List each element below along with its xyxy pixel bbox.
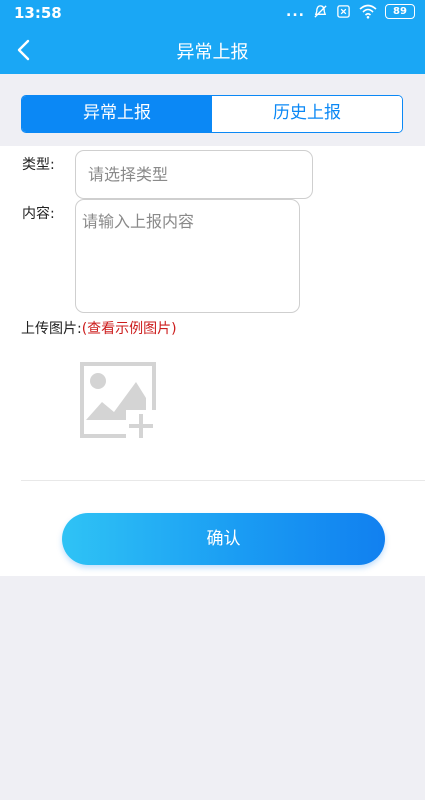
tabs-strip: 异常上报 历史上报	[0, 74, 425, 146]
add-image-button[interactable]	[80, 362, 158, 440]
view-example-link[interactable]: (查看示例图片)	[82, 321, 177, 337]
add-image-icon	[80, 362, 156, 440]
nav-bar: 异常上报	[0, 26, 425, 74]
tab-report-exception[interactable]: 异常上报	[22, 96, 212, 132]
content-textarea[interactable]: 请输入上报内容	[75, 199, 300, 313]
tab-bar: 异常上报 历史上报	[21, 95, 403, 133]
tab-report-history[interactable]: 历史上报	[212, 96, 402, 132]
confirm-button[interactable]: 确认	[62, 513, 385, 565]
status-time: 13:58	[14, 4, 62, 22]
page-title: 异常上报	[176, 42, 249, 63]
wifi-icon	[359, 4, 377, 19]
more-dots: ...	[286, 3, 305, 20]
upload-label: 上传图片:	[21, 321, 82, 337]
alarm-off-icon	[314, 5, 327, 18]
sim-card-off-icon	[337, 5, 350, 18]
upload-row: 上传图片:(查看示例图片)	[21, 318, 177, 338]
divider	[21, 480, 425, 481]
type-select[interactable]: 请选择类型	[75, 150, 313, 199]
status-icons: ... 89	[286, 4, 415, 19]
status-bar: 13:58 ... 89	[0, 0, 425, 26]
report-form-panel: 异常上报 历史上报 类型: 请选择类型 内容: 请输入上报内容 上传图片:(查看…	[0, 74, 425, 576]
type-label: 类型:	[22, 157, 55, 173]
battery-icon: 89	[385, 4, 415, 19]
content-label: 内容:	[22, 206, 55, 222]
